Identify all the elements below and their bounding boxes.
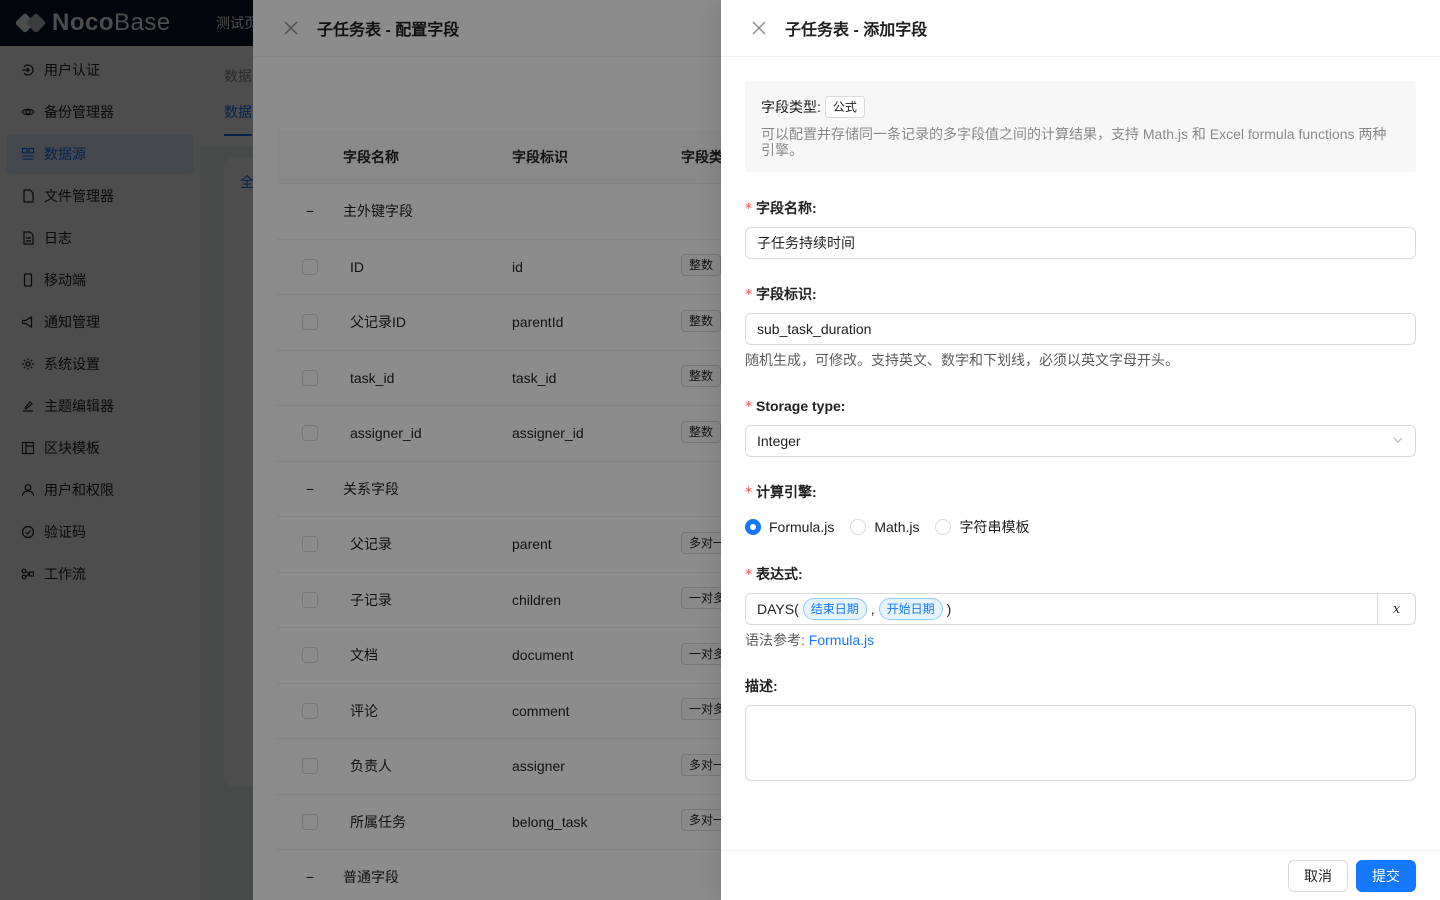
form-item-description: 描述:	[745, 675, 1416, 781]
field-key-label: * 字段标识:	[745, 286, 817, 303]
field-key-input[interactable]: sub_task_duration	[745, 313, 1416, 345]
storage-type-select[interactable]: Integer	[745, 425, 1416, 457]
field-type-label: 字段类型:	[761, 99, 821, 115]
add-field-drawer: 子任务表 - 添加字段 字段类型: 公式 可以配置并存储同一条记录的多字段值之间…	[721, 0, 1440, 900]
variable-tag-end-date[interactable]: 结束日期	[802, 598, 867, 620]
storage-type-label: * Storage type:	[745, 398, 846, 415]
drawer-header: 子任务表 - 添加字段	[721, 0, 1440, 57]
field-name-input[interactable]: 子任务持续时间	[745, 227, 1416, 259]
field-type-description: 可以配置并存储同一条记录的多字段值之间的计算结果，支持 Math.js 和 Ex…	[761, 126, 1387, 158]
engine-radio-group: Formula.js Math.js 字符串模板	[745, 511, 1416, 543]
syntax-link[interactable]: Formula.js	[809, 632, 874, 648]
engine-label: * 计算引擎:	[745, 484, 817, 501]
variable-tag-start-date[interactable]: 开始日期	[878, 598, 943, 620]
field-type-tag: 公式	[824, 96, 865, 118]
expression-input[interactable]: DAYS( 结束日期 , 开始日期 )	[745, 593, 1378, 625]
expression-label: * 表达式:	[745, 566, 803, 583]
radio-formulajs[interactable]: Formula.js	[745, 519, 834, 535]
field-name-label: * 字段名称:	[745, 200, 817, 217]
radio-mathjs[interactable]: Math.js	[850, 519, 919, 535]
radio-dot	[850, 519, 867, 535]
chevron-down-icon	[1392, 433, 1404, 449]
form-item-storage-type: * Storage type: Integer	[745, 395, 1416, 457]
close-icon[interactable]	[749, 18, 769, 38]
radio-dot	[935, 519, 952, 535]
variable-picker-button[interactable]: x	[1378, 593, 1416, 625]
drawer-footer: 取消 提交	[721, 850, 1440, 900]
field-key-help: 随机生成，可修改。支持英文、数字和下划线，必须以英文字母开头。	[745, 352, 1179, 368]
form-item-expression: * 表达式: DAYS( 结束日期 , 开始日期 ) x 语法参考: Formul…	[745, 563, 1416, 651]
radio-dot	[745, 519, 761, 535]
form-item-field-key: * 字段标识: sub_task_duration 随机生成，可修改。支持英文、数…	[745, 283, 1416, 371]
syntax-reference: 语法参考: Formula.js	[745, 632, 875, 648]
description-label: 描述:	[745, 678, 778, 694]
form-item-field-name: * 字段名称: 子任务持续时间	[745, 197, 1416, 259]
drawer-title: 子任务表 - 添加字段	[785, 22, 928, 39]
submit-button[interactable]: 提交	[1356, 859, 1416, 892]
description-textarea[interactable]	[745, 705, 1416, 781]
add-field-form: 字段类型: 公式 可以配置并存储同一条记录的多字段值之间的计算结果，支持 Mat…	[745, 57, 1416, 781]
field-type-info: 字段类型: 公式 可以配置并存储同一条记录的多字段值之间的计算结果，支持 Mat…	[745, 81, 1416, 172]
storage-type-value: Integer	[757, 433, 801, 449]
expression-editor: DAYS( 结束日期 , 开始日期 ) x	[745, 593, 1416, 625]
form-item-engine: * 计算引擎: Formula.js Math.js 字符串模板	[745, 481, 1416, 543]
radio-string-template[interactable]: 字符串模板	[935, 517, 1029, 537]
cancel-button[interactable]: 取消	[1288, 859, 1348, 892]
